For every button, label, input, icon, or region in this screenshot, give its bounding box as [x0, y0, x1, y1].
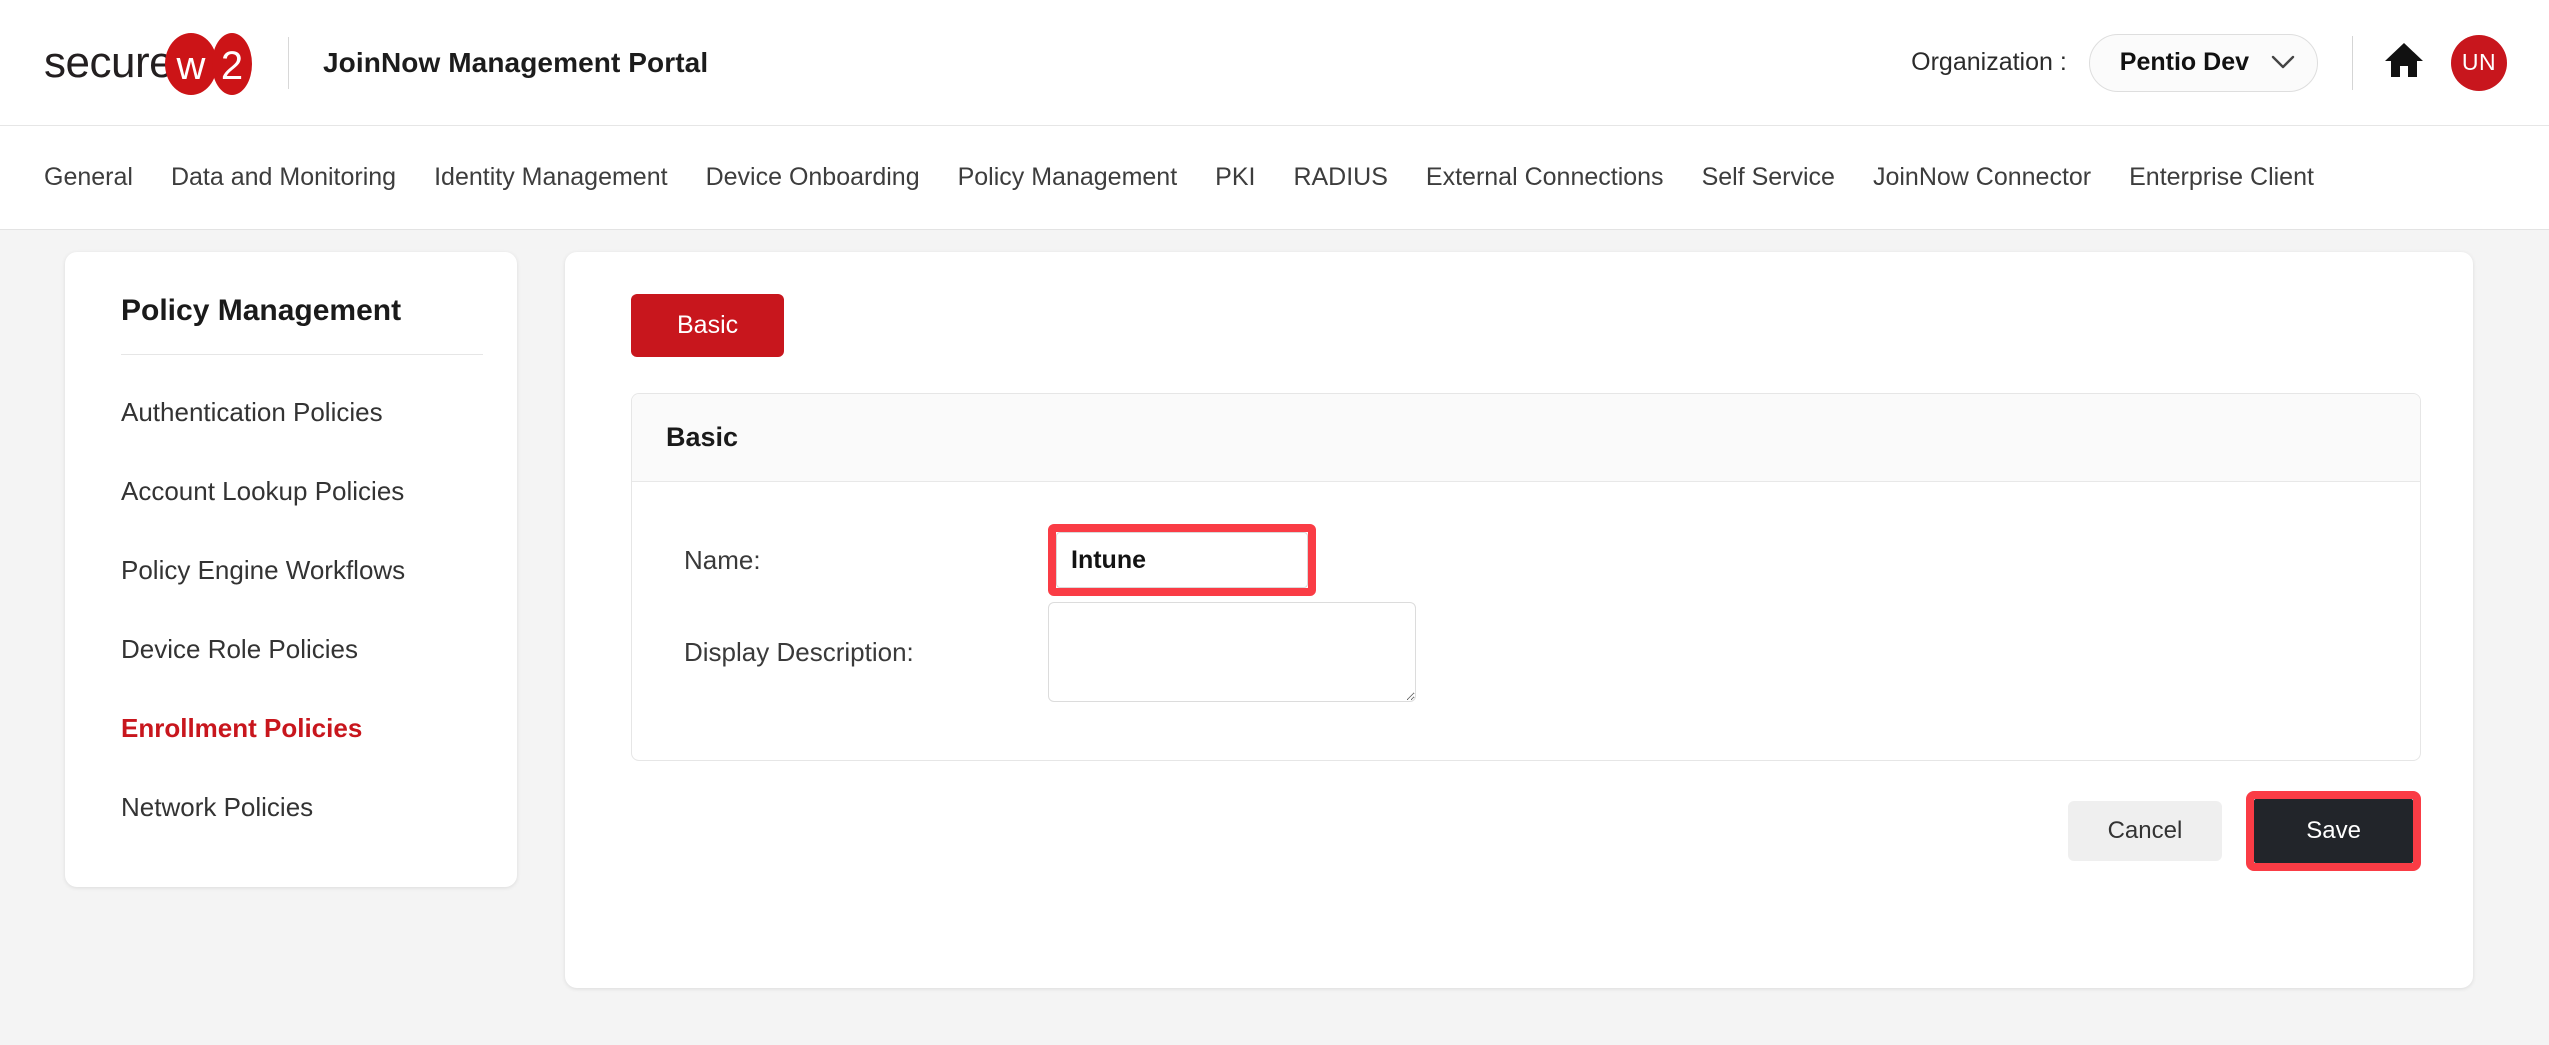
- header-right-cluster: Organization : Pentio Dev UN: [1911, 33, 2507, 92]
- save-button[interactable]: Save: [2254, 799, 2413, 863]
- nav-item-external-connections[interactable]: External Connections: [1426, 163, 1664, 192]
- page-title: JoinNow Management Portal: [323, 46, 709, 78]
- organization-selected-value: Pentio Dev: [2119, 48, 2249, 76]
- save-button-highlight-annotation: Save: [2246, 791, 2421, 871]
- avatar[interactable]: UN: [2451, 34, 2507, 91]
- nav-item-device-onboarding[interactable]: Device Onboarding: [706, 163, 920, 192]
- nav-item-joinnow-connector[interactable]: JoinNow Connector: [1873, 163, 2091, 192]
- nav-item-enterprise-client[interactable]: Enterprise Client: [2129, 163, 2314, 192]
- nav-item-radius[interactable]: RADIUS: [1293, 163, 1387, 192]
- tab-basic[interactable]: Basic: [631, 294, 785, 357]
- sidebar-title: Policy Management: [121, 294, 402, 327]
- nav-item-self-service[interactable]: Self Service: [1702, 163, 1835, 192]
- cancel-button[interactable]: Cancel: [2067, 801, 2223, 861]
- home-button[interactable]: [2383, 40, 2425, 85]
- description-form-row: Display Description:: [666, 602, 2386, 702]
- name-form-row: Name:: [666, 524, 2386, 596]
- basic-panel: Basic Name: Display Description:: [631, 393, 2421, 761]
- name-field-col: [1048, 524, 1316, 596]
- nav-item-identity-management[interactable]: Identity Management: [434, 163, 667, 192]
- header-right-divider: [2352, 35, 2353, 90]
- display-description-textarea[interactable]: [1048, 602, 1416, 702]
- form-actions: Cancel Save: [605, 791, 2421, 871]
- name-input[interactable]: [1056, 532, 1308, 588]
- sidebar-list: Authentication Policies Account Lookup P…: [65, 355, 517, 847]
- sidebar-item-authentication-policies[interactable]: Authentication Policies: [65, 373, 517, 452]
- nav-item-policy-management[interactable]: Policy Management: [958, 163, 1178, 192]
- sidebar-item-policy-engine-workflows[interactable]: Policy Engine Workflows: [65, 531, 517, 610]
- svg-text:2: 2: [221, 44, 243, 88]
- organization-label: Organization :: [1911, 48, 2067, 76]
- nav-item-data-and-monitoring[interactable]: Data and Monitoring: [171, 163, 396, 192]
- basic-panel-title: Basic: [666, 422, 739, 452]
- basic-panel-body: Name: Display Description:: [632, 482, 2420, 760]
- display-description-label: Display Description:: [684, 636, 914, 667]
- header-divider: [288, 36, 289, 89]
- main-navigation: General Data and Monitoring Identity Man…: [0, 126, 2549, 230]
- sidebar: Policy Management Authentication Policie…: [65, 252, 517, 887]
- nav-item-general[interactable]: General: [44, 163, 133, 192]
- sidebar-item-device-role-policies[interactable]: Device Role Policies: [65, 610, 517, 689]
- sidebar-item-account-lookup-policies[interactable]: Account Lookup Policies: [65, 452, 517, 531]
- content-card: Basic Basic Name: Display Description:: [565, 252, 2473, 988]
- page-body: Policy Management Authentication Policie…: [0, 230, 2549, 1045]
- sidebar-item-enrollment-policies[interactable]: Enrollment Policies: [65, 689, 517, 768]
- chevron-down-icon: [2271, 55, 2295, 70]
- name-field-highlight-annotation: [1048, 524, 1316, 596]
- svg-text:w: w: [176, 44, 206, 88]
- description-field-col: [1048, 602, 1416, 702]
- home-icon: [2383, 40, 2425, 85]
- name-label: Name:: [684, 544, 761, 575]
- securew2-logo[interactable]: secure w 2: [44, 28, 252, 98]
- organization-select[interactable]: Pentio Dev: [2088, 33, 2318, 92]
- basic-panel-header: Basic: [632, 394, 2420, 482]
- sidebar-item-network-policies[interactable]: Network Policies: [65, 768, 517, 847]
- svg-text:secure: secure: [44, 38, 173, 87]
- avatar-initials: UN: [2461, 49, 2497, 75]
- brand: secure w 2 JoinNow Management Portal: [44, 28, 708, 98]
- nav-item-pki[interactable]: PKI: [1215, 163, 1255, 192]
- app-header: secure w 2 JoinNow Management Portal Org…: [0, 0, 2549, 126]
- securew2-logo-icon: secure w 2: [44, 32, 252, 95]
